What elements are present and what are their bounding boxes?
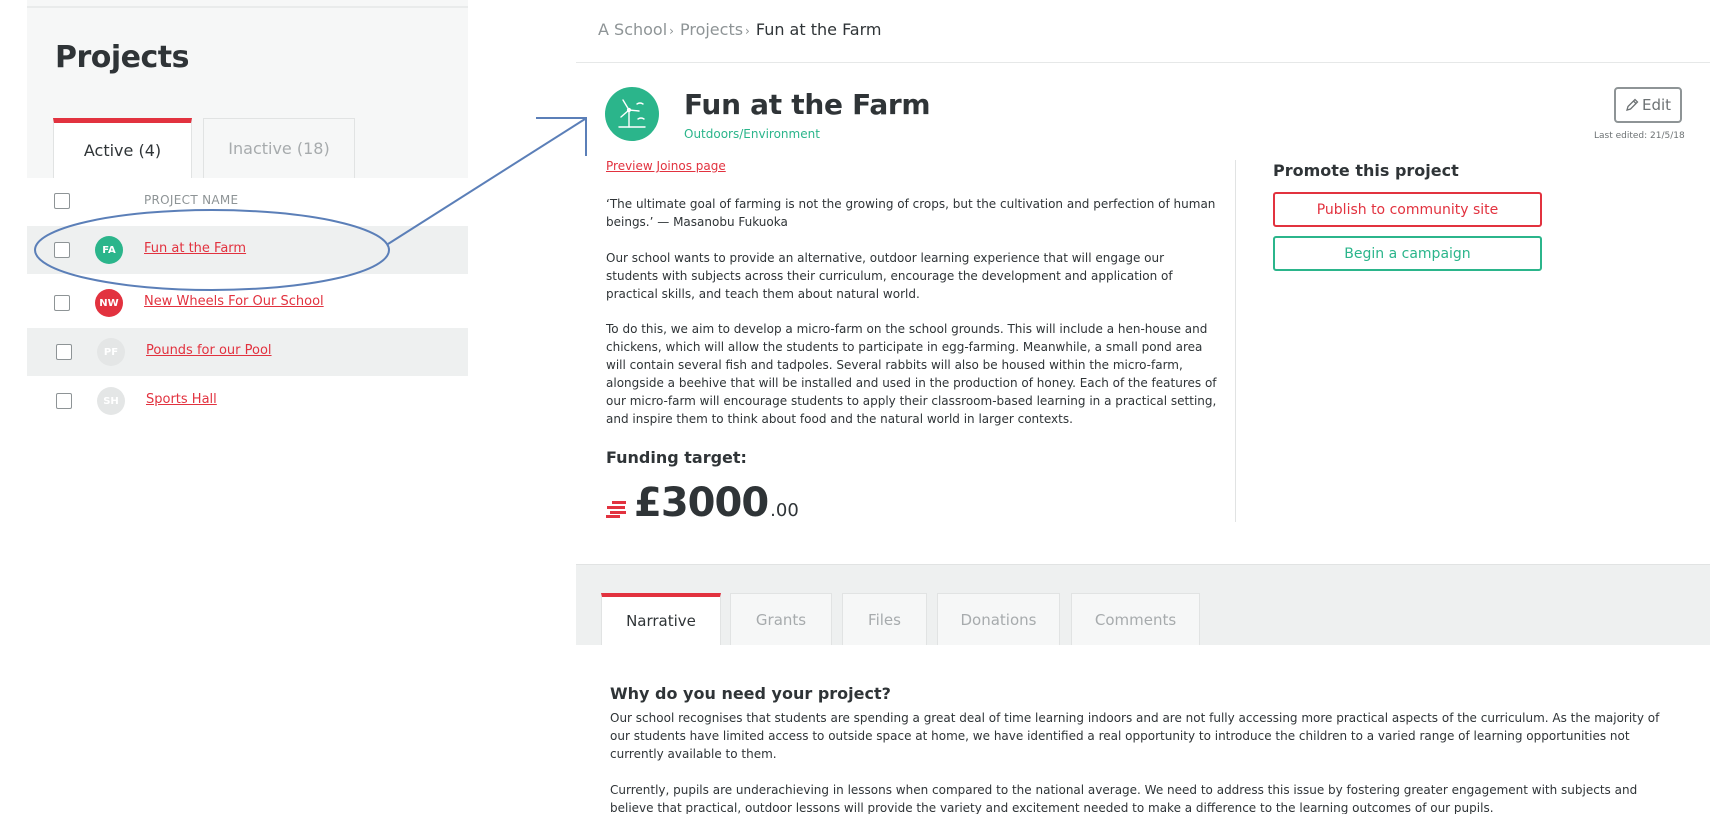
project-title: Fun at the Farm: [684, 88, 931, 121]
coins-icon: [606, 501, 626, 518]
table-row[interactable]: PF Pounds for our Pool: [27, 328, 468, 376]
project-link[interactable]: Pounds for our Pool: [146, 343, 272, 358]
breadcrumb-separator: ›: [669, 24, 674, 38]
breadcrumb-school[interactable]: A School: [598, 20, 667, 39]
pencil-icon: [1626, 98, 1639, 111]
begin-campaign-button[interactable]: Begin a campaign: [1273, 236, 1542, 271]
tab-label: Grants: [755, 610, 807, 629]
narrative-text: Our school recognises that students are …: [610, 711, 1660, 761]
avatar: FA: [95, 236, 123, 264]
funding-amount: £3000: [634, 480, 769, 526]
avatar: NW: [95, 289, 123, 317]
project-link[interactable]: Sports Hall: [146, 392, 217, 407]
publish-community-button[interactable]: Publish to community site: [1273, 192, 1542, 227]
annotation-arrow-head: [536, 117, 587, 156]
project-description: To do this, we aim to develop a micro-fa…: [606, 322, 1217, 426]
avatar: SH: [97, 387, 125, 415]
tab-grants[interactable]: Grants: [730, 593, 832, 645]
project-link[interactable]: New Wheels For Our School: [144, 294, 324, 309]
wind-turbine-icon: [605, 87, 659, 141]
tab-label: Comments: [1094, 610, 1177, 629]
tab-label: Narrative: [626, 612, 696, 630]
tab-files[interactable]: Files: [842, 593, 927, 645]
preview-page-link[interactable]: Preview Joinos page: [606, 159, 726, 173]
tab-comments[interactable]: Comments: [1071, 593, 1200, 645]
row-checkbox[interactable]: [54, 295, 70, 311]
header-divider: [576, 62, 1710, 63]
row-checkbox[interactable]: [54, 242, 70, 258]
table-row[interactable]: FA Fun at the Farm: [27, 226, 468, 274]
button-label: Begin a campaign: [1344, 245, 1471, 262]
project-description: Our school wants to provide an alternati…: [606, 251, 1173, 301]
table-row[interactable]: NW New Wheels For Our School: [27, 279, 468, 327]
edit-button[interactable]: Edit: [1614, 87, 1682, 123]
breadcrumb-current: Fun at the Farm: [755, 20, 882, 39]
last-edited-date: Last edited: 21/5/18: [1594, 131, 1685, 141]
row-checkbox[interactable]: [56, 393, 72, 409]
panel-top-border: [27, 6, 468, 8]
tab-label: Active (4): [83, 141, 162, 160]
breadcrumb-projects[interactable]: Projects: [680, 20, 743, 39]
tab-donations[interactable]: Donations: [937, 593, 1060, 645]
project-category: Outdoors/Environment: [684, 127, 820, 141]
button-label: Publish to community site: [1316, 201, 1499, 218]
tab-narrative[interactable]: Narrative: [601, 593, 721, 645]
narrative-text: Currently, pupils are underachieving in …: [610, 783, 1638, 814]
tab-label: Files: [868, 610, 901, 629]
tab-label: Donations: [960, 610, 1037, 629]
narrative-heading: Why do you need your project?: [610, 684, 891, 703]
row-checkbox[interactable]: [56, 344, 72, 360]
breadcrumb: A School › Projects › Fun at the Farm: [598, 20, 881, 39]
tab-label: Inactive (18): [228, 139, 330, 158]
tab-active-projects[interactable]: Active (4): [53, 118, 192, 178]
column-divider: [1235, 160, 1236, 522]
avatar: PF: [97, 338, 125, 366]
breadcrumb-separator: ›: [745, 24, 750, 38]
project-link[interactable]: Fun at the Farm: [144, 241, 246, 256]
tab-inactive-projects[interactable]: Inactive (18): [203, 118, 355, 178]
funding-target: £3000 .00: [606, 480, 799, 526]
promote-heading: Promote this project: [1273, 161, 1459, 180]
project-quote: ‘The ultimate goal of farming is not the…: [606, 197, 1216, 229]
funding-cents: .00: [770, 500, 799, 521]
select-all-checkbox[interactable]: [54, 193, 70, 209]
funding-label: Funding target:: [606, 448, 747, 467]
table-row[interactable]: SH Sports Hall: [27, 377, 468, 425]
edit-label: Edit: [1641, 96, 1672, 114]
projects-heading: Projects: [55, 40, 190, 75]
column-header-project-name: PROJECT NAME: [144, 193, 239, 207]
page-root: Projects Active (4) Inactive (18) PROJEC…: [0, 0, 1710, 814]
